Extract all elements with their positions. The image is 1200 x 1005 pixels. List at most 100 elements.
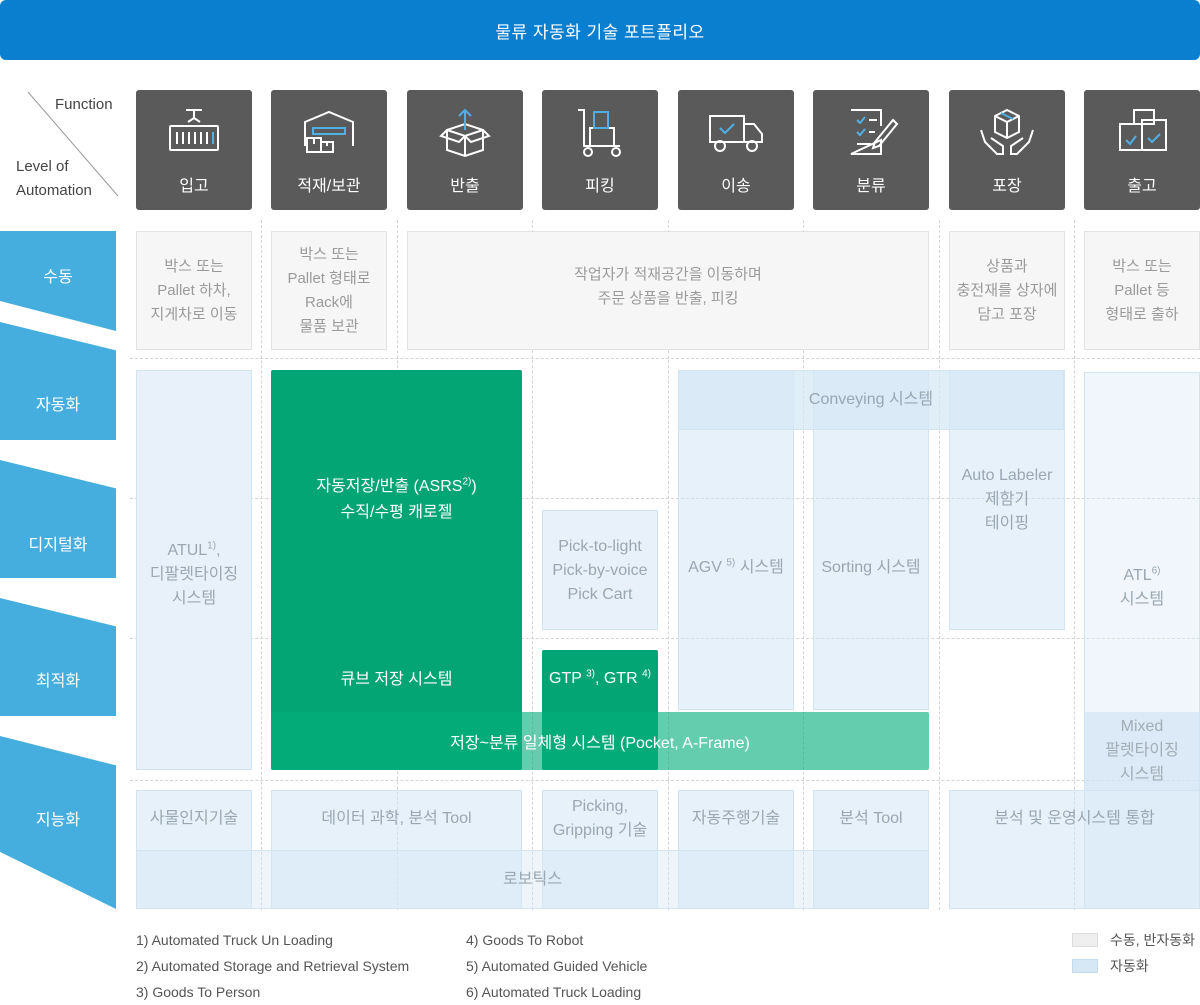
cell-text: 팔렛타이징 [1105,742,1179,759]
legend-swatch-manual [1072,933,1098,947]
asrs-text: 자동저장/반출 (ASRS [316,478,463,495]
cell-text: 지게차로 이동 [150,305,238,323]
function-picking: 피킹 [542,90,658,210]
cell-atul: ATUL1), 디팔렛타이징 시스템 [136,370,252,770]
cell-manual-outbound: 박스 또는 Pallet 등 형태로 출하 [1084,231,1200,350]
cell-text: 충전재를 상자에 [956,281,1058,299]
footnotes-left: 1) Automated Truck Un Loading 2) Automat… [136,927,456,1005]
legend-label: 수동, 반자동화 [1110,932,1196,948]
cell-text: 주문 상품을 반출, 피킹 [597,289,739,307]
cell-text: 사물인지기술 [149,810,239,827]
function-label: 피킹 [585,178,615,195]
cell-text: 로보틱스 [503,870,562,888]
function-label: 포장 [992,178,1022,195]
agv-suffix: 시스템 [735,559,784,576]
cell-text: Conveying 시스템 [808,391,934,408]
function-axis-label: Function [55,96,113,113]
legend-swatch-automation [1072,959,1098,973]
cell-text: 제함기 [984,491,1030,508]
level-automation: 자동화 [0,322,116,440]
cell-text: Pallet 등 [1114,281,1170,299]
level-axis-label-line1: Level of [16,158,69,175]
cell-pocket-aframe: 저장~분류 일체형 시스템 (Pocket, A-Frame) [271,712,929,770]
grid-line [130,358,1200,359]
function-packing: 포장 [949,90,1065,210]
cell-pick-to-light: Pick-to-light Pick-by-voice Pick Cart [542,510,658,630]
cell-text: 물품 보관 [299,317,359,335]
footnote-ref: 1) [207,540,217,552]
cell-text: 분석 Tool [839,810,903,827]
level-intelligence: 지능화 [0,736,116,909]
delivery-truck-icon [709,115,763,152]
atl-text: ATL [1123,566,1152,584]
cell-text: 상품과 [986,257,1028,275]
cell-text: 수직/수평 캐로젤 [340,504,453,521]
atul-text: ATUL [167,542,208,559]
cell-text: 시스템 [1119,766,1165,783]
grid-line [939,220,940,910]
cell-text: Pallet 형태로 [287,269,371,287]
warehouse-boxes-icon [304,110,354,153]
cell-text: 디팔렛타이징 [149,566,239,583]
level-digitalization: 디지털화 [0,460,116,578]
cell-manual-packing: 상품과 충전재를 상자에 담고 포장 [949,231,1065,350]
footnote-ref: 4) [642,668,651,680]
cell-text: 테이핑 [984,515,1030,532]
cell-text: Pick-by-voice [552,562,648,579]
asrs-close: ) [471,478,477,495]
cell-text: 시스템 [171,590,217,607]
function-transfer: 이송 [678,90,794,210]
legend-label: 자동화 [1110,958,1149,974]
function-label: 적재/보관 [297,178,361,195]
footnote: 1) Automated Truck Un Loading [136,932,333,948]
cell-text: 박스 또는 [164,257,224,275]
cell-text: 시스템 [1119,590,1165,608]
cell-asrs: 자동저장/반출 (ASRS2)) 수직/수평 캐로젤 [271,370,522,770]
footnotes-right: 4) Goods To Robot 5) Automated Guided Ve… [466,927,786,1005]
cell-conveying: Conveying 시스템 [678,370,1064,430]
cell-text: Rack에 [305,293,353,311]
level-axis-label: Level of Automation [16,155,92,203]
function-storage: 적재/보관 [271,90,387,210]
legend-item: 수동, 반자동화 [1072,927,1200,953]
hand-truck-icon [578,109,621,157]
legend-item: 자동화 [1072,953,1200,979]
cell-text: Pick-to-light [558,538,642,555]
gtp-text: GTP [549,670,582,687]
cell-text: 자동주행기술 [691,810,781,827]
function-inbound: 입고 [136,90,252,210]
cell-text: 형태로 출하 [1105,305,1179,323]
checklist-pen-icon [850,109,899,155]
level-optimization: 최적화 [0,598,116,716]
function-label: 반출 [450,178,480,195]
function-shipping: 출고 [1084,90,1200,210]
level-manual: 수동 [0,231,116,331]
page-title: 물류 자동화 기술 포트폴리오 [0,0,1200,60]
level-axis-label-line2: Automation [16,182,92,199]
footnote-ref: 5) [726,557,736,569]
cell-text: Pallet 하차, [157,281,231,299]
cell-system-integration: 분석 및 운영시스템 통합 [949,790,1200,909]
cell-mixed-palletizing: Mixed 팔렛타이징 시스템 [1084,712,1200,790]
footnote: 6) Automated Truck Loading [466,984,642,1000]
cell-text: 박스 또는 [299,245,359,263]
cell-text: Sorting 시스템 [821,559,921,576]
legend: 수동, 반자동화 자동화 [1072,927,1200,979]
cell-text: 박스 또는 [1112,257,1172,275]
cell-text: Gripping 기술 [552,822,648,839]
footnote: 2) Automated Storage and Retrieval Syste… [136,958,410,974]
atul-comma: , [216,542,221,559]
gtr-text: , GTR [594,670,638,687]
function-label: 분류 [856,178,886,195]
container-crane-icon [169,109,219,151]
function-outbound-release: 반출 [407,90,523,210]
cell-text: Mixed [1120,718,1164,735]
cell-manual-storage: 박스 또는 Pallet 형태로 Rack에 물품 보관 [271,231,387,350]
cell-text: 데이터 과학, 분석 Tool [321,810,472,827]
cell-text: Picking, [571,798,629,815]
cell-manual-picking: 작업자가 적재공간을 이동하며 주문 상품을 반출, 피킹 [407,231,929,350]
cell-text: 담고 포장 [977,305,1037,323]
cell-text: Auto Labeler [961,467,1053,484]
agv-text: AGV [688,559,722,576]
grid-line [261,220,262,910]
